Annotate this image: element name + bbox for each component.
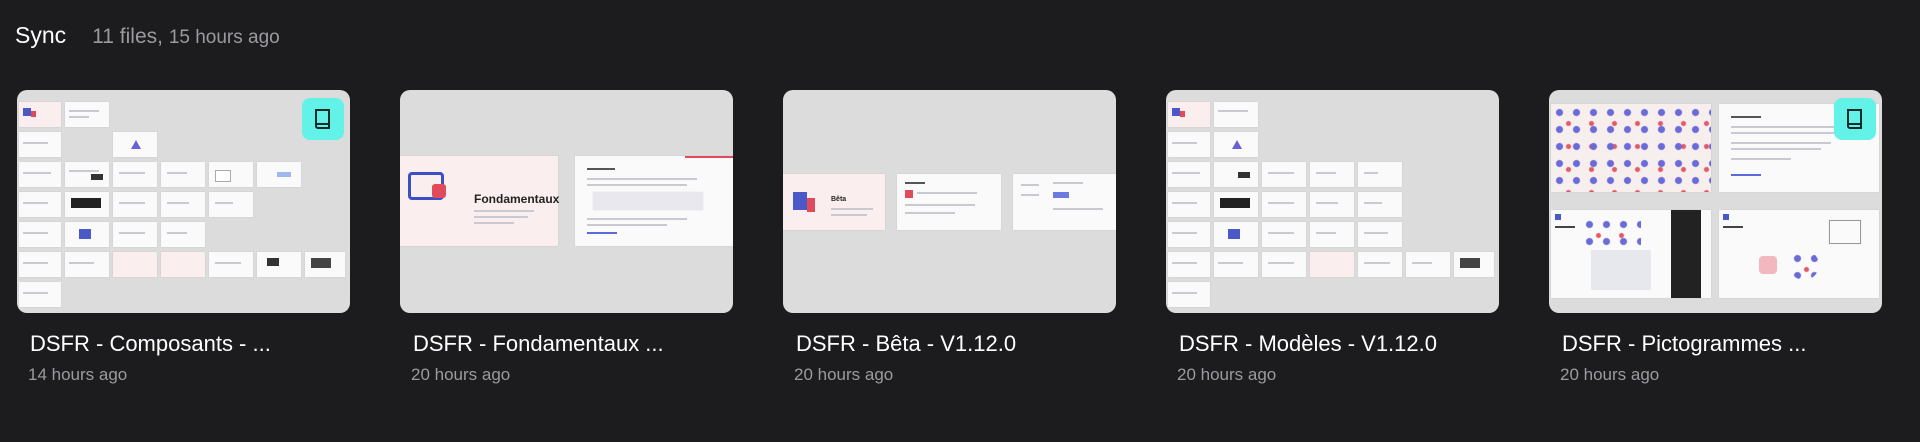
file-count: 11 files: [92, 25, 158, 48]
book-icon[interactable]: [302, 98, 344, 140]
file-grid: DSFR - Composants - ... 14 hours ago Fon…: [17, 90, 1882, 385]
file-card-beta[interactable]: Bêta DSFR - Bêta - V1.12.0 20 hours ago: [783, 90, 1116, 385]
file-thumbnail[interactable]: [1166, 90, 1499, 313]
file-name[interactable]: DSFR - Fondamentaux ...: [413, 331, 733, 357]
file-thumbnail[interactable]: [1549, 90, 1882, 313]
file-thumbnail[interactable]: Bêta: [783, 90, 1116, 313]
file-thumbnail[interactable]: [17, 90, 350, 313]
file-date: 20 hours ago: [794, 365, 894, 384]
page-header: Sync 11 files, 15 hours ago: [15, 22, 280, 49]
file-date: 20 hours ago: [1560, 365, 1660, 384]
file-date: 14 hours ago: [28, 365, 128, 384]
meta-separator: ,: [157, 25, 163, 48]
page-title: Sync: [15, 22, 67, 48]
file-card-modeles[interactable]: DSFR - Modèles - V1.12.0 20 hours ago: [1166, 90, 1499, 385]
file-card-pictogrammes[interactable]: DSFR - Pictogrammes ... 20 hours ago: [1549, 90, 1882, 385]
file-card-fondamentaux[interactable]: Fondamentaux DSFR - Fondamentaux ... 20 …: [400, 90, 733, 385]
book-icon[interactable]: [1834, 98, 1876, 140]
file-name[interactable]: DSFR - Composants - ...: [30, 331, 350, 357]
file-date: 20 hours ago: [411, 365, 511, 384]
file-name[interactable]: DSFR - Pictogrammes ...: [1562, 331, 1882, 357]
file-date: 20 hours ago: [1177, 365, 1277, 384]
file-name[interactable]: DSFR - Modèles - V1.12.0: [1179, 331, 1499, 357]
file-thumbnail[interactable]: Fondamentaux: [400, 90, 733, 313]
thumb-title: Fondamentaux: [474, 192, 560, 206]
thumb-title: Bêta: [831, 196, 847, 203]
file-card-composants[interactable]: DSFR - Composants - ... 14 hours ago: [17, 90, 350, 385]
file-name[interactable]: DSFR - Bêta - V1.12.0: [796, 331, 1116, 357]
updated-time: 15 hours ago: [168, 27, 280, 48]
file-meta: 11 files, 15 hours ago: [92, 25, 280, 49]
